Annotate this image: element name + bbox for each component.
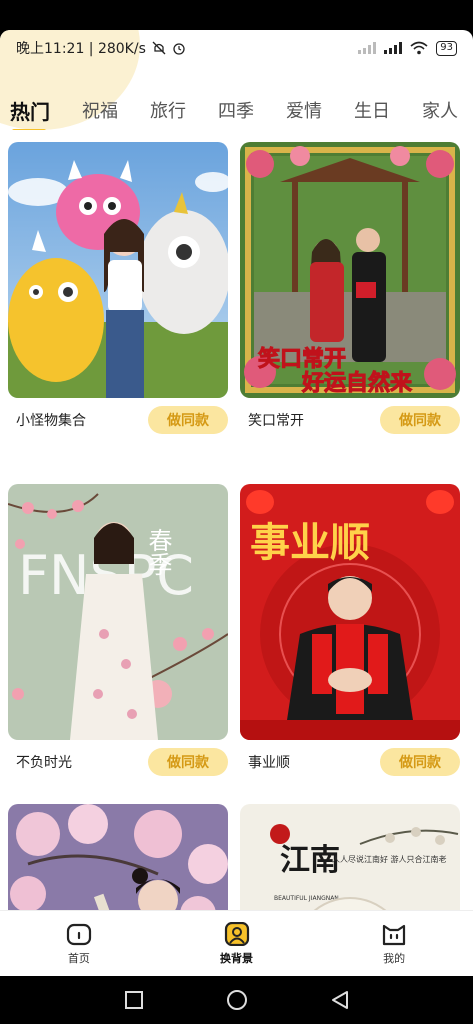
template-thumbnail[interactable] <box>8 142 228 398</box>
template-thumbnail[interactable]: FNSPC 春季 <box>8 484 228 740</box>
app-screen: 晚上11:21 | 280K/s 93 热门 祝福 旅行 四季 爱情 生日 家人… <box>0 30 473 976</box>
tab-love[interactable]: 爱情 <box>286 97 322 123</box>
status-bar: 晚上11:21 | 280K/s 93 <box>0 30 473 66</box>
system-navigation-bar <box>0 976 473 1024</box>
alarm-icon <box>173 43 185 55</box>
overlay-en-text: BEAUTIFUL JIANGNAN <box>274 895 339 902</box>
template-title: 小怪物集合 <box>16 413 86 429</box>
overlay-text-line1: 笑口常开 <box>258 346 346 372</box>
tab-family[interactable]: 家人 <box>422 97 458 123</box>
bottom-navigation: 首页 换背景 我的 <box>0 910 473 976</box>
portrait-icon <box>224 921 249 946</box>
template-title: 事业顺 <box>248 755 290 771</box>
mute-icon <box>152 41 166 55</box>
template-title: 不负时光 <box>16 755 72 771</box>
home-button-icon[interactable] <box>225 988 249 1012</box>
template-card[interactable]: 小怪物集合 做同款 <box>8 142 228 434</box>
tab-birthday[interactable]: 生日 <box>354 97 390 123</box>
card-footer: 笑口常开 做同款 <box>240 404 460 436</box>
battery-icon: 93 <box>436 40 457 56</box>
make-same-button[interactable]: 做同款 <box>380 406 460 434</box>
nav-change-background-label: 换背景 <box>220 951 253 965</box>
template-card[interactable]: 笑口常开 好运自然来 笑口常开 做同款 <box>240 142 460 434</box>
cat-face-icon <box>383 924 406 945</box>
make-same-button[interactable]: 做同款 <box>148 406 228 434</box>
tab-travel[interactable]: 旅行 <box>150 97 186 123</box>
overlay-season-text: 春季 <box>144 528 172 576</box>
tab-seasons[interactable]: 四季 <box>218 97 254 123</box>
template-title: 笑口常开 <box>248 413 304 429</box>
signal-icon-sim2 <box>358 42 377 54</box>
tab-hot[interactable]: 热门 <box>10 96 50 130</box>
nav-home-label: 首页 <box>67 951 90 965</box>
nav-mine-label: 我的 <box>383 951 406 965</box>
overlay-big-text: 事业顺 <box>250 519 370 566</box>
back-button-icon[interactable] <box>329 989 351 1011</box>
overlay-big-text: 江南 <box>280 843 340 878</box>
template-thumbnail[interactable]: 事业顺 <box>240 484 460 740</box>
category-tabs: 热门 祝福 旅行 四季 爱情 生日 家人 <box>0 90 473 130</box>
overlay-text-line2: 好运自然来 <box>301 370 413 396</box>
template-card[interactable]: FNSPC 春季 不负时光 做同款 <box>8 484 228 776</box>
nav-change-background[interactable]: 换背景 <box>158 911 316 976</box>
template-card[interactable]: 事业顺 事业顺 做同款 <box>240 484 460 776</box>
overlay-poem-text: 人人尽说江南好 游人只合江南老 <box>332 854 447 864</box>
status-time: 晚上11:21 | 280K/s <box>16 41 146 57</box>
wifi-icon <box>410 41 428 55</box>
make-same-button[interactable]: 做同款 <box>380 748 460 776</box>
nav-mine[interactable]: 我的 <box>315 911 473 976</box>
signal-icon-sim1 <box>384 42 403 54</box>
make-same-button[interactable]: 做同款 <box>148 748 228 776</box>
card-footer: 事业顺 做同款 <box>240 746 460 778</box>
card-footer: 不负时光 做同款 <box>8 746 228 778</box>
tab-blessing[interactable]: 祝福 <box>82 97 118 123</box>
battery-level: 93 <box>440 42 453 53</box>
nav-home[interactable]: 首页 <box>0 911 158 976</box>
recents-button-icon[interactable] <box>123 989 145 1011</box>
home-icon <box>66 923 91 945</box>
template-thumbnail[interactable]: 笑口常开 好运自然来 <box>240 142 460 398</box>
card-footer: 小怪物集合 做同款 <box>8 404 228 436</box>
